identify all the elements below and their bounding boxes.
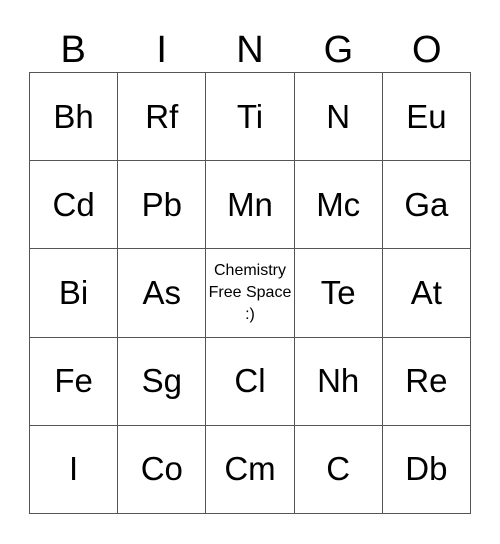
- bingo-grid: Bh Rf Ti N Eu Cd Pb Mn Mc Ga Bi As Chemistry Free Sp…: [29, 72, 471, 514]
- bingo-cell[interactable]: Co: [118, 425, 207, 514]
- bingo-cell[interactable]: I: [30, 425, 119, 514]
- bingo-cell[interactable]: Ga: [382, 161, 471, 250]
- header-letter: I: [156, 29, 167, 71]
- bingo-cell[interactable]: Cm: [206, 425, 295, 514]
- bingo-cell[interactable]: Pb: [118, 161, 207, 250]
- bingo-cell[interactable]: Te: [294, 249, 383, 338]
- bingo-cell[interactable]: Fe: [30, 337, 119, 426]
- bingo-cell[interactable]: Eu: [382, 73, 471, 162]
- bingo-cell[interactable]: At: [382, 249, 471, 338]
- header-letter: N: [236, 29, 264, 71]
- bingo-cell[interactable]: Db: [382, 425, 471, 514]
- header-letter: B: [60, 29, 86, 71]
- bingo-cell[interactable]: Rf: [118, 73, 207, 162]
- bingo-cell[interactable]: Re: [382, 337, 471, 426]
- bingo-cell[interactable]: Bh: [30, 73, 119, 162]
- bingo-cell[interactable]: Mc: [294, 161, 383, 250]
- bingo-cell[interactable]: Nh: [294, 337, 383, 426]
- header-letter: O: [412, 29, 442, 71]
- bingo-cell[interactable]: N: [294, 73, 383, 162]
- bingo-cell[interactable]: Cl: [206, 337, 295, 426]
- free-space-cell[interactable]: Chemistry Free Space :): [206, 249, 295, 338]
- bingo-header: BINGO: [29, 28, 471, 72]
- bingo-cell[interactable]: As: [118, 249, 207, 338]
- bingo-cell[interactable]: Cd: [30, 161, 119, 250]
- bingo-cell[interactable]: Bi: [30, 249, 119, 338]
- bingo-cell[interactable]: Sg: [118, 337, 207, 426]
- bingo-cell[interactable]: Ti: [206, 73, 295, 162]
- header-letter: G: [323, 29, 354, 71]
- bingo-cell[interactable]: C: [294, 425, 383, 514]
- bingo-cell[interactable]: Mn: [206, 161, 295, 250]
